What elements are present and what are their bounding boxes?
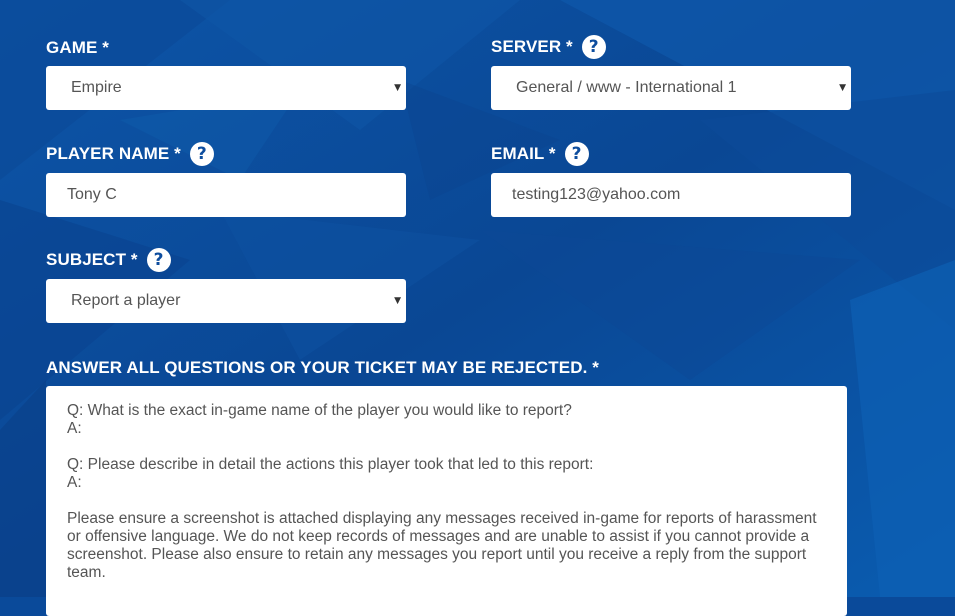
caret-down-icon: ▼ xyxy=(394,296,401,306)
game-label-text: GAME * xyxy=(46,38,109,57)
server-label: SERVER * ? xyxy=(491,35,606,59)
subject-select-value: Report a player xyxy=(71,292,181,309)
player-name-label: PLAYER NAME * ? xyxy=(46,142,214,166)
player-name-value: Tony C xyxy=(67,186,117,203)
player-name-input[interactable]: Tony C xyxy=(46,173,406,217)
email-input[interactable]: testing123@yahoo.com xyxy=(491,173,851,217)
help-icon[interactable]: ? xyxy=(146,248,171,272)
server-label-text: SERVER * xyxy=(491,37,573,56)
email-label-text: EMAIL * xyxy=(491,144,556,163)
subject-label: SUBJECT * ? xyxy=(46,248,171,272)
help-icon[interactable]: ? xyxy=(189,142,214,166)
game-select[interactable]: Empire ▼ xyxy=(46,66,406,110)
caret-down-icon: ▼ xyxy=(839,83,846,93)
game-select-value: Empire xyxy=(71,79,122,96)
answers-label-text: ANSWER ALL QUESTIONS OR YOUR TICKET MAY … xyxy=(46,358,599,377)
subject-label-text: SUBJECT * xyxy=(46,250,138,269)
help-icon[interactable]: ? xyxy=(581,35,606,59)
answers-textarea[interactable]: Q: What is the exact in-game name of the… xyxy=(46,386,847,616)
subject-select[interactable]: Report a player ▼ xyxy=(46,279,406,323)
server-select-value: General / www - International 1 xyxy=(516,79,737,96)
answers-label: ANSWER ALL QUESTIONS OR YOUR TICKET MAY … xyxy=(46,356,599,380)
player-name-label-text: PLAYER NAME * xyxy=(46,144,181,163)
email-label: EMAIL * ? xyxy=(491,142,589,166)
server-select[interactable]: General / www - International 1 ▼ xyxy=(491,66,851,110)
game-label: GAME * xyxy=(46,36,109,60)
email-value: testing123@yahoo.com xyxy=(512,186,681,203)
caret-down-icon: ▼ xyxy=(394,83,401,93)
help-icon[interactable]: ? xyxy=(564,142,589,166)
